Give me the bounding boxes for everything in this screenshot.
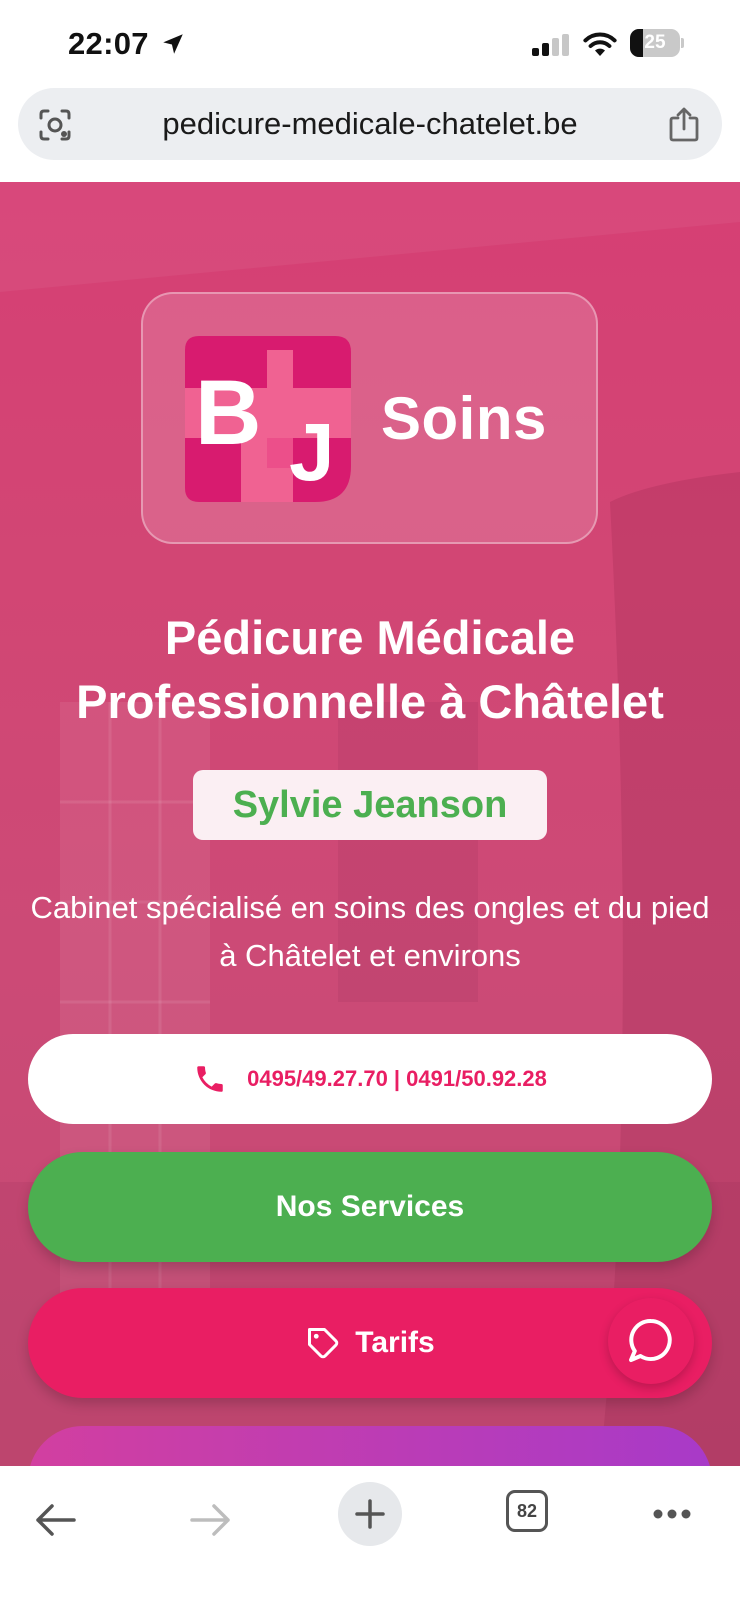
tab-count-button[interactable]: 82 bbox=[506, 1490, 548, 1532]
services-label: Nos Services bbox=[275, 1190, 465, 1223]
battery-percentage: 25 bbox=[644, 32, 666, 53]
hero-subtitle: Cabinet spécialisé en soins des ongles e… bbox=[30, 890, 710, 973]
new-tab-button[interactable] bbox=[338, 1482, 402, 1546]
logo-letter-b: B bbox=[195, 362, 261, 464]
status-time: 22:07 bbox=[68, 26, 149, 61]
phone-icon bbox=[197, 1066, 223, 1092]
forward-arrow-icon[interactable] bbox=[188, 1502, 234, 1538]
phone-numbers: 0495/49.27.70 | 0491/50.92.28 bbox=[247, 1066, 547, 1091]
logo-card: B J Soins bbox=[141, 292, 598, 544]
lens-icon[interactable] bbox=[38, 108, 72, 142]
next-button-partial[interactable] bbox=[28, 1426, 712, 1466]
status-bar: 22:07 25 bbox=[0, 0, 740, 86]
battery-tip bbox=[681, 38, 684, 48]
battery-body: 25 bbox=[630, 29, 680, 57]
location-arrow-icon bbox=[163, 34, 183, 54]
tag-icon bbox=[308, 1328, 339, 1359]
hero-section: B J Soins Pédicure Médicale Professionne… bbox=[0, 182, 740, 1466]
logo-mark: B J bbox=[185, 336, 351, 502]
address-bar[interactable]: pedicure-medicale-chatelet.be bbox=[18, 88, 722, 160]
url-text[interactable]: pedicure-medicale-chatelet.be bbox=[88, 88, 652, 160]
battery-icon: 25 bbox=[630, 29, 684, 57]
practitioner-name-badge: Sylvie Jeanson bbox=[193, 770, 547, 840]
browser-toolbar: 82 bbox=[0, 1466, 740, 1600]
chat-bubble-icon bbox=[629, 1318, 672, 1362]
more-icon[interactable] bbox=[652, 1508, 692, 1520]
wifi-icon bbox=[583, 32, 617, 56]
logo-word: Soins bbox=[381, 385, 547, 452]
back-arrow-icon[interactable] bbox=[32, 1502, 78, 1538]
cellular-signal-icon bbox=[532, 34, 569, 56]
chat-button[interactable] bbox=[608, 1298, 694, 1384]
page-title: Pédicure Médicale Professionnelle à Chât… bbox=[76, 611, 664, 728]
plus-icon bbox=[355, 1499, 385, 1529]
logo-letter-j: J bbox=[289, 407, 335, 498]
services-button[interactable]: Nos Services bbox=[28, 1152, 712, 1262]
tarifs-label: Tarifs bbox=[355, 1326, 435, 1359]
share-icon[interactable] bbox=[668, 106, 700, 142]
phone-button[interactable]: 0495/49.27.70 | 0491/50.92.28 bbox=[28, 1034, 712, 1124]
